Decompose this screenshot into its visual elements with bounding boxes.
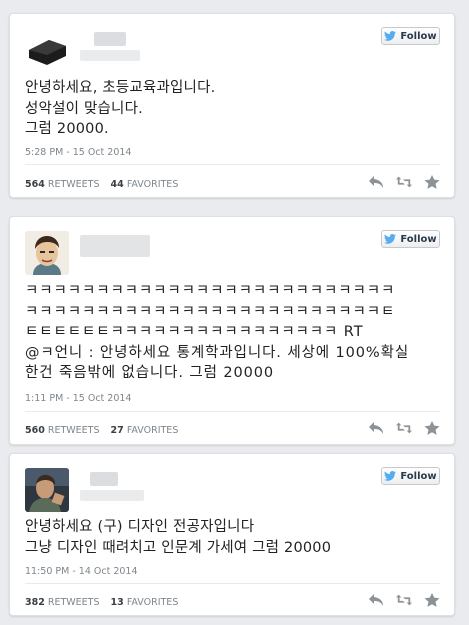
retweet-icon[interactable] bbox=[396, 593, 412, 607]
tweet-stats: 382 RETWEETS 13 FAVORITES bbox=[25, 597, 178, 608]
divider bbox=[25, 164, 440, 165]
follow-button[interactable]: Follow bbox=[381, 467, 440, 485]
retweet-icon[interactable] bbox=[396, 421, 412, 435]
favorite-count[interactable]: 27 bbox=[111, 425, 124, 436]
tweet-card: Follow 안녕하세요 (구) 디자인 전공자입니다 그냥 디자인 때려치고 … bbox=[9, 453, 455, 616]
tweet-actions bbox=[368, 421, 440, 435]
black-box-avatar-icon bbox=[25, 28, 69, 72]
tweet-stats: 560 RETWEETS 27 FAVORITES bbox=[25, 425, 178, 436]
blurred-username bbox=[80, 472, 144, 501]
retweet-label: RETWEETS bbox=[47, 179, 100, 190]
retweet-label: RETWEETS bbox=[47, 597, 100, 608]
retweet-icon[interactable] bbox=[396, 175, 412, 189]
favorite-label: FAVORITES bbox=[126, 425, 179, 436]
follow-label: Follow bbox=[400, 233, 437, 245]
avatar[interactable] bbox=[25, 468, 69, 512]
favorite-icon[interactable] bbox=[424, 593, 440, 607]
favorite-count[interactable]: 44 bbox=[111, 179, 124, 190]
blurred-username bbox=[80, 32, 140, 61]
favorite-label: FAVORITES bbox=[126, 179, 179, 190]
tweet-text: 안녕하세요, 초등교육과입니다. 성악설이 맞습니다. 그럼 20000. bbox=[25, 80, 216, 137]
avatar[interactable] bbox=[25, 231, 69, 275]
retweet-count[interactable]: 564 bbox=[25, 179, 45, 190]
tweet-card: Follow 안녕하세요, 초등교육과입니다. 성악설이 맞습니다. 그럼 20… bbox=[9, 13, 455, 198]
tweet-stats: 564 RETWEETS 44 FAVORITES bbox=[25, 179, 178, 190]
retweet-label: RETWEETS bbox=[47, 425, 100, 436]
follow-label: Follow bbox=[400, 470, 437, 482]
twitter-bird-icon bbox=[384, 234, 397, 244]
reply-icon[interactable] bbox=[368, 593, 384, 607]
tweet-actions bbox=[368, 593, 440, 607]
avatar[interactable] bbox=[25, 28, 69, 72]
retweet-count[interactable]: 560 bbox=[25, 425, 45, 436]
favorite-icon[interactable] bbox=[424, 421, 440, 435]
person-photo-avatar-icon bbox=[25, 468, 69, 512]
divider bbox=[25, 411, 440, 412]
favorite-count[interactable]: 13 bbox=[111, 597, 124, 608]
follow-button[interactable]: Follow bbox=[381, 230, 440, 248]
reply-icon[interactable] bbox=[368, 421, 384, 435]
favorite-label: FAVORITES bbox=[126, 597, 179, 608]
follow-label: Follow bbox=[400, 30, 437, 42]
tweet-actions bbox=[368, 175, 440, 189]
reply-icon[interactable] bbox=[368, 175, 384, 189]
blurred-username bbox=[80, 235, 150, 257]
divider bbox=[25, 583, 440, 584]
tweet-text: 안녕하세요 (구) 디자인 전공자입니다 그냥 디자인 때려치고 인문계 가세여… bbox=[25, 519, 332, 556]
tweet-timestamp[interactable]: 1:11 PM - 15 Oct 2014 bbox=[25, 393, 131, 404]
tweet-timestamp[interactable]: 11:50 PM - 14 Oct 2014 bbox=[25, 566, 138, 577]
tweet-card: Follow ㅋㅋㅋㅋㅋㅋㅋㅋㅋㅋㅋㅋㅋㅋㅋㅋㅋㅋㅋㅋㅋㅋㅋㅋㅋㅋ ㅋㅋㅋㅋㅋㅋ… bbox=[9, 216, 455, 445]
cartoon-face-avatar-icon bbox=[25, 231, 69, 275]
follow-button[interactable]: Follow bbox=[381, 27, 440, 45]
twitter-bird-icon bbox=[384, 471, 397, 481]
tweet-timestamp[interactable]: 5:28 PM - 15 Oct 2014 bbox=[25, 147, 131, 158]
twitter-bird-icon bbox=[384, 31, 397, 41]
retweet-count[interactable]: 382 bbox=[25, 597, 45, 608]
favorite-icon[interactable] bbox=[424, 175, 440, 189]
tweet-text: ㅋㅋㅋㅋㅋㅋㅋㅋㅋㅋㅋㅋㅋㅋㅋㅋㅋㅋㅋㅋㅋㅋㅋㅋㅋㅋ ㅋㅋㅋㅋㅋㅋㅋㅋㅋㅋㅋㅋㅋ… bbox=[25, 283, 410, 381]
